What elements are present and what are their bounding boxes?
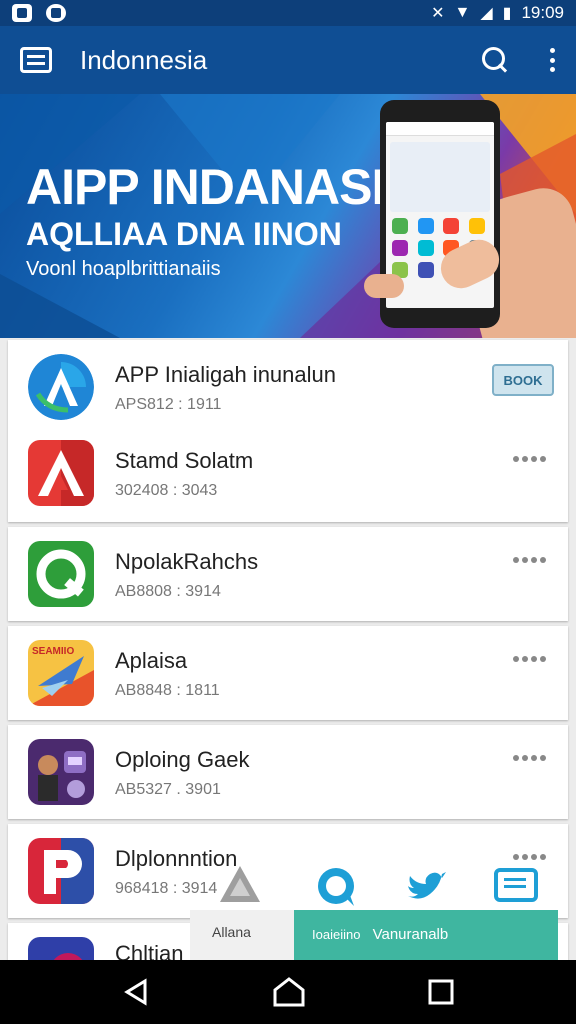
chat-bubble-icon[interactable]	[314, 864, 358, 908]
finger-image	[364, 274, 404, 298]
mute-icon: ✕	[431, 5, 445, 22]
banner-subtitle: AQLLIAA DNA IINON	[26, 216, 342, 252]
green-q-icon	[28, 541, 94, 607]
signal-icon: ◢	[480, 5, 493, 22]
navigation-bar	[0, 960, 576, 1024]
more-vert-icon[interactable]	[550, 48, 556, 72]
twitter-icon[interactable]	[404, 866, 448, 906]
app-card: Oploing Gaek AB5327 . 3901	[8, 725, 568, 819]
app-code: APS812 : 1911	[115, 396, 222, 413]
banner-title: AIPP INDANASIA	[26, 159, 420, 215]
banner-tagline: Voonl hoaplbrittianaiis	[26, 258, 221, 280]
share-tab-right-prefix: Ioaieiino	[312, 927, 361, 942]
wifi-icon: ▼	[454, 4, 471, 21]
message-icon[interactable]	[494, 868, 538, 904]
more-icon[interactable]	[513, 557, 546, 563]
more-icon[interactable]	[513, 656, 546, 662]
a-logo-icon	[28, 354, 94, 420]
app-name: Stamd Solatm	[115, 448, 254, 473]
app-card: SEAMIIO Aplaisa AB8848 : 1811	[8, 626, 568, 720]
list-item[interactable]: SEAMIIO Aplaisa AB8848 : 1811	[8, 626, 568, 714]
app-name: Aplaisa	[115, 648, 188, 673]
app-title: Indonnesia	[80, 44, 208, 75]
list-item[interactable]: Oploing Gaek AB5327 . 3901	[8, 725, 568, 813]
shield-icon	[46, 4, 66, 22]
app-code: AB8808 : 3914	[115, 583, 221, 600]
recent-apps-icon[interactable]	[427, 978, 455, 1006]
status-bar: ✕ ▼ ◢ ▮ 19:09	[0, 0, 576, 26]
more-icon[interactable]	[513, 456, 546, 462]
menu-icon[interactable]	[20, 47, 52, 73]
list-item[interactable]: Stamd Solatm 302408 : 3043	[8, 426, 568, 514]
app-bar: Indonnesia	[0, 26, 576, 94]
home-icon[interactable]	[272, 976, 306, 1008]
app-card: NpolakRahchs AB8808 : 3914	[8, 527, 568, 621]
book-button[interactable]: BOOK	[492, 364, 554, 396]
app-name: APP Inialigah inunalun	[115, 362, 336, 387]
search-icon[interactable]	[482, 47, 508, 73]
photo-icon	[12, 4, 32, 22]
warning-triangle-icon[interactable]	[218, 864, 262, 904]
list-item[interactable]: APP Inialigah inunalun APS812 : 1911 BOO…	[8, 340, 568, 428]
bird-icon: SEAMIIO	[28, 640, 94, 706]
share-tab-right[interactable]: Ioaieiino Vanuranalb	[294, 910, 558, 960]
app-code: 302408 : 3043	[115, 482, 218, 499]
red-a-icon	[28, 440, 94, 506]
battery-icon: ▮	[502, 5, 512, 22]
app-card: APP Inialigah inunalun APS812 : 1911 BOO…	[8, 340, 568, 522]
app-name: NpolakRahchs	[115, 549, 259, 574]
share-tab-left[interactable]: Allana	[190, 910, 294, 960]
list-item[interactable]: NpolakRahchs AB8808 : 3914	[8, 527, 568, 615]
share-tab-right-label: Vanuranalb	[372, 926, 449, 943]
app-name: Oploing Gaek	[115, 747, 250, 772]
game-character-icon	[28, 739, 94, 805]
share-overlay: Allana Ioaieiino Vanuranalb	[190, 850, 576, 960]
icon-text: SEAMIIO	[32, 646, 74, 657]
back-icon[interactable]	[121, 977, 151, 1007]
more-icon[interactable]	[513, 755, 546, 761]
app-code: AB5327 . 3901	[115, 781, 221, 798]
app-code: AB8848 : 1811	[115, 682, 220, 699]
p-logo-icon	[28, 838, 94, 904]
promo-banner[interactable]: AIPP INDANASIA AQLLIAA DNA IINON Voonl h…	[0, 94, 576, 338]
clock: 19:09	[521, 3, 564, 22]
